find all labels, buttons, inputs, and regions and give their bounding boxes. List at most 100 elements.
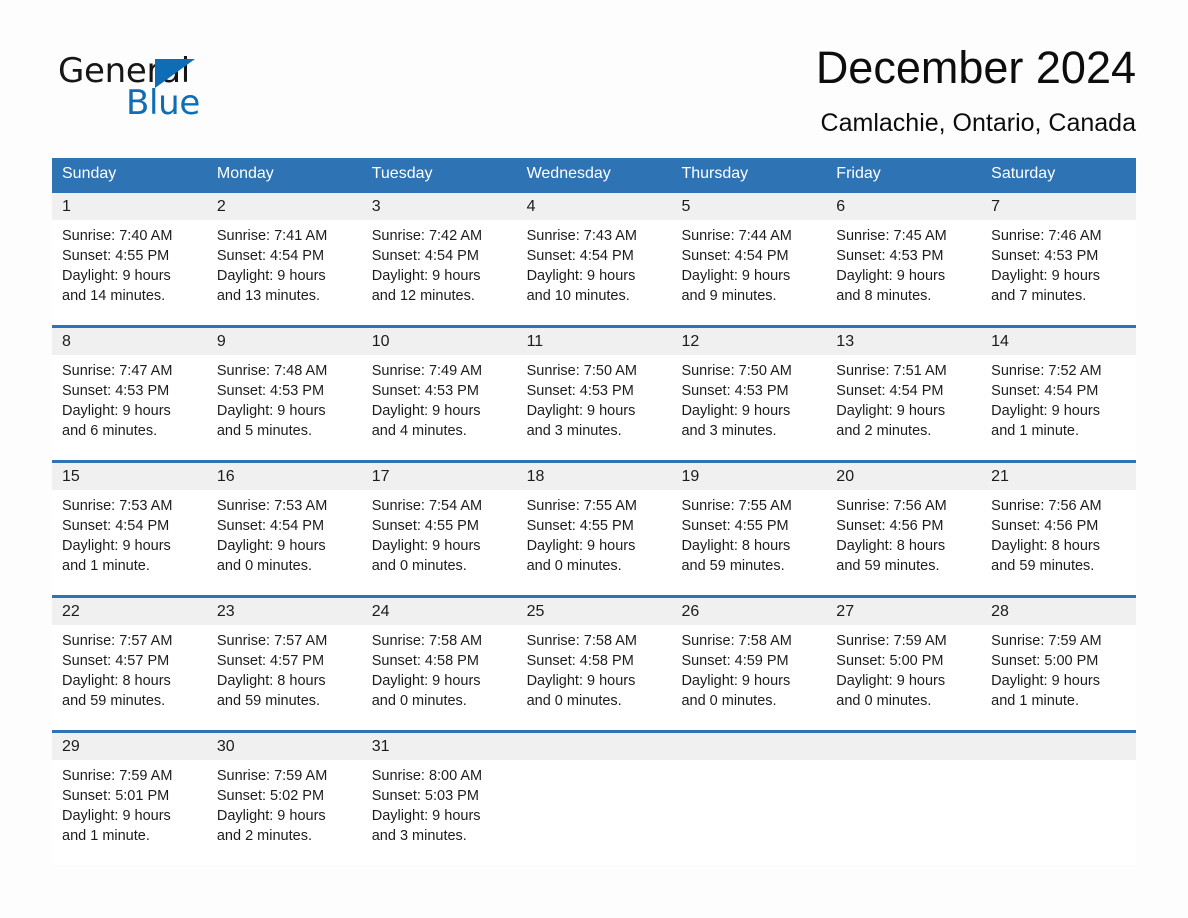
day-number: 22 [52, 598, 207, 625]
weekday-header-monday: Monday [216, 165, 274, 182]
day-cell[interactable]: 16 Sunrise: 7:53 AM Sunset: 4:54 PM Dayligh… [206, 460, 362, 595]
day-details: Sunrise: 7:51 AM Sunset: 4:54 PM Daylight:… [826, 355, 981, 441]
sunset-text: Sunset: 4:55 PM [681, 518, 789, 534]
daylight-text-line2: and 1 minute. [62, 828, 150, 844]
day-cell[interactable]: 19 Sunrise: 7:55 AM Sunset: 4:55 PM Dayligh… [671, 460, 827, 595]
day-details: Sunrise: 7:49 AM Sunset: 4:53 PM Daylight:… [362, 355, 517, 441]
daylight-text-line1: Daylight: 9 hours [836, 268, 946, 284]
day-cell[interactable]: 25 Sunrise: 7:58 AM Sunset: 4:58 PM Dayligh… [516, 595, 672, 730]
sunset-text: Sunset: 4:54 PM [371, 248, 479, 264]
day-number: 25 [516, 598, 672, 625]
daylight-text-line2: and 12 minutes. [371, 288, 475, 304]
day-details: Sunrise: 7:55 AM Sunset: 4:55 PM Daylight:… [671, 490, 826, 576]
day-details: Sunrise: 7:42 AM Sunset: 4:54 PM Daylight:… [362, 220, 517, 306]
daylight-text-line2: and 0 minutes. [371, 558, 467, 574]
day-number: 24 [361, 598, 517, 625]
day-number [671, 733, 827, 760]
sunrise-text: Sunrise: 7:53 AM [216, 498, 328, 514]
sunrise-text: Sunrise: 7:59 AM [62, 768, 173, 784]
day-cell[interactable]: 26 Sunrise: 7:58 AM Sunset: 4:59 PM Dayligh… [671, 595, 827, 730]
sunrise-text: Sunrise: 7:49 AM [371, 363, 483, 379]
day-cell[interactable]: 8 Sunrise: 7:47 AM Sunset: 4:53 PM Daylight… [52, 325, 207, 460]
weekday-header-wednesday: Wednesday [526, 165, 611, 182]
day-cell[interactable]: 27 Sunrise: 7:59 AM Sunset: 5:00 PM Dayligh… [826, 595, 982, 730]
day-cell[interactable]: 17 Sunrise: 7:54 AM Sunset: 4:55 PM Dayligh… [361, 460, 517, 595]
day-cell[interactable]: 1 Sunrise: 7:40 AM Sunset: 4:55 PM Daylight… [52, 190, 207, 325]
sunrise-text: Sunrise: 7:59 AM [991, 633, 1102, 649]
sunrise-text: Sunrise: 7:50 AM [681, 363, 792, 379]
daylight-text-line2: and 59 minutes. [836, 558, 940, 574]
day-details: Sunrise: 7:46 AM Sunset: 4:53 PM Daylight:… [981, 220, 1136, 306]
sunrise-text: Sunrise: 7:50 AM [526, 363, 637, 379]
sunset-text: Sunset: 4:54 PM [216, 248, 325, 264]
day-details: Sunrise: 8:00 AM Sunset: 5:03 PM Daylight:… [362, 760, 517, 846]
day-cell[interactable]: 18 Sunrise: 7:55 AM Sunset: 4:55 PM Dayligh… [516, 460, 672, 595]
day-details: Sunrise: 7:57 AM Sunset: 4:57 PM Daylight:… [207, 625, 362, 711]
day-number: 14 [981, 328, 1137, 355]
sunrise-text: Sunrise: 7:56 AM [991, 498, 1102, 514]
sunrise-text: Sunrise: 7:46 AM [991, 228, 1102, 244]
day-cell[interactable]: 15 Sunrise: 7:53 AM Sunset: 4:54 PM Dayligh… [52, 460, 207, 595]
day-details: Sunrise: 7:56 AM Sunset: 4:56 PM Daylight:… [826, 490, 981, 576]
sunset-text: Sunset: 4:59 PM [681, 653, 789, 669]
day-cell[interactable]: 2 Sunrise: 7:41 AM Sunset: 4:54 PM Daylight… [206, 190, 362, 325]
daylight-text-line2: and 6 minutes. [62, 423, 158, 439]
sunset-text: Sunset: 4:54 PM [991, 383, 1099, 399]
day-number: 29 [52, 733, 207, 760]
sunrise-text: Sunrise: 7:40 AM [62, 228, 173, 244]
daylight-text-line1: Daylight: 9 hours [681, 403, 791, 419]
day-cell[interactable]: 3 Sunrise: 7:42 AM Sunset: 4:54 PM Daylight… [361, 190, 517, 325]
day-cell[interactable]: 12 Sunrise: 7:50 AM Sunset: 4:53 PM Dayligh… [671, 325, 827, 460]
day-details: Sunrise: 7:58 AM Sunset: 4:58 PM Daylight:… [362, 625, 517, 711]
sunset-text: Sunset: 4:54 PM [681, 248, 789, 264]
day-cell[interactable]: 5 Sunrise: 7:44 AM Sunset: 4:54 PM Daylight… [671, 190, 827, 325]
day-cell[interactable]: 29 Sunrise: 7:59 AM Sunset: 5:01 PM Dayligh… [52, 730, 207, 865]
day-number: 26 [671, 598, 827, 625]
day-details: Sunrise: 7:59 AM Sunset: 5:00 PM Daylight:… [826, 625, 981, 711]
daylight-text-line1: Daylight: 9 hours [526, 403, 636, 419]
day-number [981, 733, 1137, 760]
day-cell[interactable]: 6 Sunrise: 7:45 AM Sunset: 4:53 PM Daylight… [826, 190, 982, 325]
daylight-text-line2: and 59 minutes. [62, 693, 166, 709]
daylight-text-line2: and 1 minute. [62, 558, 150, 574]
day-cell[interactable]: 31 Sunrise: 8:00 AM Sunset: 5:03 PM Dayligh… [361, 730, 517, 865]
daylight-text-line2: and 59 minutes. [681, 558, 785, 574]
daylight-text-line2: and 7 minutes. [991, 288, 1087, 304]
sunrise-text: Sunrise: 7:57 AM [62, 633, 173, 649]
daylight-text-line2: and 4 minutes. [371, 423, 467, 439]
day-cell[interactable]: 22 Sunrise: 7:57 AM Sunset: 4:57 PM Dayligh… [52, 595, 207, 730]
weekday-header-sunday: Sunday [62, 165, 117, 182]
day-cell[interactable]: 21 Sunrise: 7:56 AM Sunset: 4:56 PM Dayligh… [981, 460, 1137, 595]
sunrise-text: Sunrise: 7:51 AM [836, 363, 947, 379]
day-cell[interactable]: 13 Sunrise: 7:51 AM Sunset: 4:54 PM Dayligh… [826, 325, 982, 460]
general-blue-logo[interactable]: General Blue [58, 54, 258, 134]
day-cell[interactable]: 11 Sunrise: 7:50 AM Sunset: 4:53 PM Dayligh… [516, 325, 672, 460]
day-details: Sunrise: 7:59 AM Sunset: 5:02 PM Daylight:… [207, 760, 362, 846]
page-header: General Blue December 2024 Camlachie, On… [52, 40, 1136, 148]
day-details: Sunrise: 7:45 AM Sunset: 4:53 PM Daylight:… [826, 220, 981, 306]
sunset-text: Sunset: 4:56 PM [836, 518, 944, 534]
day-number: 21 [981, 463, 1137, 490]
day-cell[interactable]: 10 Sunrise: 7:49 AM Sunset: 4:53 PM Dayligh… [361, 325, 517, 460]
day-cell[interactable]: 9 Sunrise: 7:48 AM Sunset: 4:53 PM Daylight… [206, 325, 362, 460]
sunrise-text: Sunrise: 7:58 AM [681, 633, 792, 649]
day-cell[interactable]: 14 Sunrise: 7:52 AM Sunset: 4:54 PM Dayligh… [981, 325, 1137, 460]
day-number: 3 [361, 193, 517, 220]
sunset-text: Sunset: 4:58 PM [371, 653, 479, 669]
day-cell[interactable]: 7 Sunrise: 7:46 AM Sunset: 4:53 PM Daylight… [981, 190, 1137, 325]
day-details: Sunrise: 7:43 AM Sunset: 4:54 PM Daylight:… [517, 220, 672, 306]
daylight-text-line2: and 1 minute. [991, 693, 1080, 709]
day-cell[interactable]: 4 Sunrise: 7:43 AM Sunset: 4:54 PM Daylight… [516, 190, 672, 325]
day-cell[interactable]: 23 Sunrise: 7:57 AM Sunset: 4:57 PM Dayligh… [206, 595, 362, 730]
day-cell[interactable]: 28 Sunrise: 7:59 AM Sunset: 5:00 PM Dayligh… [981, 595, 1137, 730]
sunset-text: Sunset: 5:01 PM [62, 788, 170, 804]
day-cell[interactable]: 24 Sunrise: 7:58 AM Sunset: 4:58 PM Dayligh… [361, 595, 517, 730]
sunset-text: Sunset: 5:02 PM [216, 788, 325, 804]
daylight-text-line1: Daylight: 9 hours [371, 808, 481, 824]
day-details: Sunrise: 7:59 AM Sunset: 5:00 PM Daylight:… [981, 625, 1136, 711]
day-cell[interactable]: 30 Sunrise: 7:59 AM Sunset: 5:02 PM Dayligh… [206, 730, 362, 865]
calendar-table: Sunday Monday Tuesday Wednesday Thursday… [52, 158, 1137, 865]
daylight-text-line1: Daylight: 8 hours [681, 538, 791, 554]
day-cell[interactable]: 20 Sunrise: 7:56 AM Sunset: 4:56 PM Dayligh… [826, 460, 982, 595]
sunset-text: Sunset: 4:55 PM [62, 248, 170, 264]
